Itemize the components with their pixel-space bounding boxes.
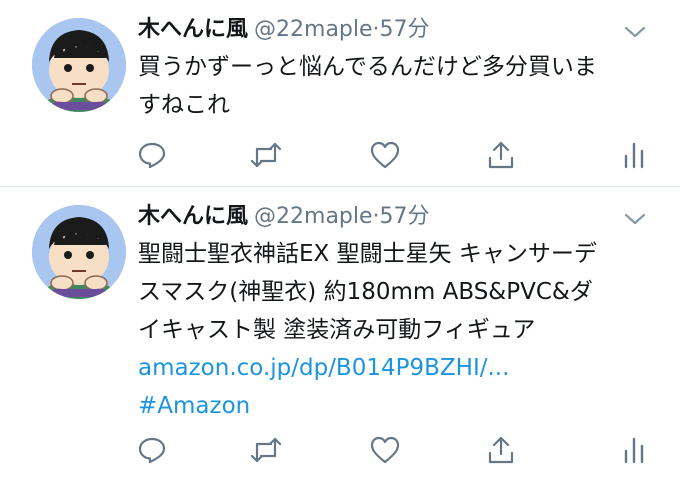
reply-button[interactable] — [135, 433, 169, 467]
avatar-character-image — [32, 18, 126, 112]
analytics-icon — [624, 142, 644, 169]
tweet-text: 聖闘士聖衣神話EX 聖闘士星矢 キャンサーデ スマスク(神聖衣) 約180mm … — [138, 235, 658, 425]
author-handle[interactable]: @22maple — [254, 17, 373, 42]
author-handle[interactable]: @22maple — [254, 204, 373, 229]
reply-button[interactable] — [135, 138, 169, 172]
tweet-text-line: スマスク(神聖衣) 約180mm ABS&PVC&ダ — [138, 279, 593, 305]
author-name[interactable]: 木へんに風 — [138, 17, 248, 42]
like-icon — [370, 436, 400, 464]
tweet-text-line: すねこれ — [138, 92, 230, 118]
separator-dot: · — [372, 204, 380, 229]
retweet-icon — [250, 142, 282, 168]
tweet[interactable]: 木へんに風 @22maple·57分 買うかずーっと悩んでるんだけど多分買いま す… — [0, 0, 680, 186]
avatar-character-image — [32, 205, 126, 299]
tweet-timestamp[interactable]: 57分 — [380, 17, 430, 42]
analytics-button[interactable] — [617, 138, 651, 172]
author-name[interactable]: 木へんに風 — [138, 204, 248, 229]
share-icon — [488, 436, 514, 464]
avatar[interactable] — [32, 205, 126, 299]
tweet-text-line: イキャスト製 塗装済み可動フィギュア — [138, 317, 536, 343]
tweet-header: 木へんに風 @22maple·57分 — [138, 201, 430, 233]
share-button[interactable] — [484, 433, 518, 467]
tweet-link[interactable]: amazon.co.jp/dp/B014P9BZHI/... — [138, 349, 658, 387]
retweet-button[interactable] — [249, 138, 283, 172]
separator-dot: · — [372, 17, 380, 42]
analytics-button[interactable] — [617, 433, 651, 467]
like-button[interactable] — [368, 433, 402, 467]
reply-icon — [138, 142, 166, 169]
tweet-timestamp[interactable]: 57分 — [380, 204, 430, 229]
like-button[interactable] — [368, 138, 402, 172]
tweet-text-line: 聖闘士聖衣神話EX 聖闘士星矢 キャンサーデ — [138, 241, 597, 267]
hashtag-link[interactable]: #Amazon — [138, 387, 658, 425]
tweet-actions — [0, 433, 680, 467]
tweet-actions — [0, 138, 680, 172]
like-icon — [370, 141, 400, 169]
chevron-down-icon[interactable] — [624, 24, 646, 38]
share-icon — [488, 141, 514, 169]
tweet-header: 木へんに風 @22maple·57分 — [138, 14, 430, 46]
retweet-icon — [250, 437, 282, 463]
share-button[interactable] — [484, 138, 518, 172]
chevron-down-icon[interactable] — [624, 211, 646, 225]
reply-icon — [138, 437, 166, 464]
tweet-text-line: 買うかずーっと悩んでるんだけど多分買いま — [138, 54, 597, 80]
analytics-icon — [624, 437, 644, 464]
tweet-text: 買うかずーっと悩んでるんだけど多分買いま すねこれ — [138, 48, 658, 124]
retweet-button[interactable] — [249, 433, 283, 467]
tweet[interactable]: 木へんに風 @22maple·57分 聖闘士聖衣神話EX 聖闘士星矢 キャンサーデ… — [0, 187, 680, 477]
avatar[interactable] — [32, 18, 126, 112]
